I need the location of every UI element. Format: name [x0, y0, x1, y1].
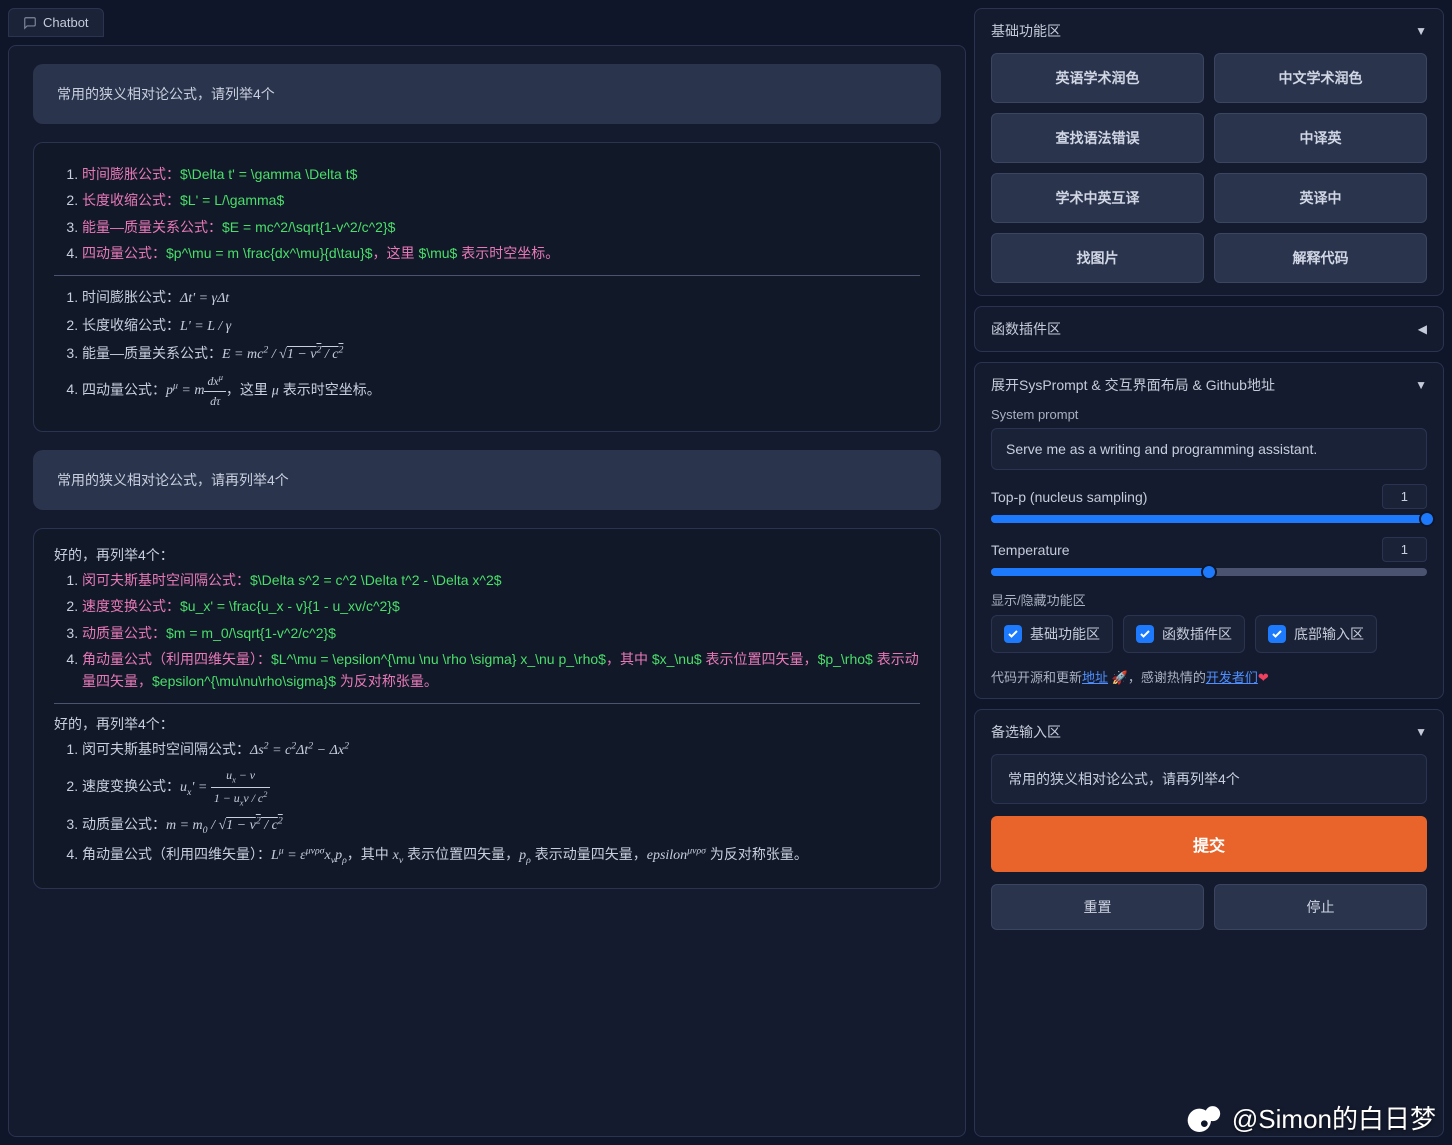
chat-area: 常用的狭义相对论公式，请列举4个 时间膨胀公式：$\Delta t' = \ga… [8, 45, 966, 1137]
bot-intro: 好的，再列举4个： [54, 714, 920, 734]
reset-button[interactable]: 重置 [991, 884, 1204, 930]
checkbox-label: 基础功能区 [1030, 624, 1100, 644]
function-button[interactable]: 英语学术润色 [991, 53, 1204, 103]
checkbox-icon [1004, 625, 1022, 643]
checkbox-icon [1268, 625, 1286, 643]
panel-title: 展开SysPrompt & 交互界面布局 & Github地址 [991, 375, 1275, 395]
system-prompt-label: System prompt [991, 407, 1427, 422]
system-prompt-value: Serve me as a writing and programming as… [1006, 441, 1317, 457]
user-message: 常用的狭义相对论公式，请列举4个 [33, 64, 941, 124]
chevron-down-icon: ▼ [1415, 24, 1427, 38]
topp-label: Top-p (nucleus sampling) [991, 489, 1147, 505]
formula-item: 动质量公式：$m = m_0/\sqrt{1-v^2/c^2}$ [82, 622, 920, 644]
formula-item: 角动量公式（利用四维矢量）：$L^\mu = \epsilon^{\mu \nu… [82, 648, 920, 693]
stop-button[interactable]: 停止 [1214, 884, 1427, 930]
formula-item: 速度变换公式：$u_x' = \frac{u_x - v}{1 - u_xv/c… [82, 595, 920, 617]
bot-intro: 好的，再列举4个： [54, 545, 920, 565]
system-prompt-input[interactable]: Serve me as a writing and programming as… [991, 428, 1427, 470]
source-link[interactable]: 地址 [1082, 670, 1108, 685]
chevron-down-icon: ▼ [1415, 378, 1427, 392]
panel-title: 基础功能区 [991, 21, 1061, 41]
alt-input-value: 常用的狭义相对论公式，请再列举4个 [1008, 771, 1240, 787]
chevron-down-icon: ▼ [1415, 725, 1427, 739]
formula-item: 能量—质量关系公式：E = mc2 / √1 − v2 / c2 [82, 342, 920, 366]
formula-item: 四动量公式：pμ = mdxμdτ，这里 μ 表示时空坐标。 [82, 371, 920, 411]
chat-icon [23, 16, 37, 30]
formula-item: 四动量公式：$p^\mu = m \frac{dx^\mu}{d\tau}$，这… [82, 242, 920, 264]
user-text: 常用的狭义相对论公式，请列举4个 [57, 86, 275, 102]
function-button[interactable]: 找图片 [991, 233, 1204, 283]
bot-message: 好的，再列举4个： 闵可夫斯基时空间隔公式：$\Delta s^2 = c^2 … [33, 528, 941, 890]
input-panel: 备选输入区 ▼ 常用的狭义相对论公式，请再列举4个 提交 重置 停止 [974, 709, 1444, 1137]
temp-value[interactable]: 1 [1382, 537, 1427, 562]
function-button[interactable]: 查找语法错误 [991, 113, 1204, 163]
formula-item: 闵可夫斯基时空间隔公式：$\Delta s^2 = c^2 \Delta t^2… [82, 569, 920, 591]
visibility-label: 显示/隐藏功能区 [991, 590, 1427, 609]
function-button[interactable]: 英译中 [1214, 173, 1427, 223]
temp-slider[interactable] [991, 568, 1427, 576]
panel-toggle-basic[interactable]: 基础功能区 ▼ [991, 21, 1427, 41]
checkbox-icon [1136, 625, 1154, 643]
tab-label: Chatbot [43, 15, 89, 30]
checkbox-label: 底部输入区 [1294, 624, 1364, 644]
formula-item: 能量—质量关系公式：$E = mc^2/\sqrt{1-v^2/c^2}$ [82, 216, 920, 238]
function-button[interactable]: 中文学术润色 [1214, 53, 1427, 103]
formula-item: 速度变换公式：ux' = ux − v1 − uxv / c2 [82, 766, 920, 809]
formula-item: 角动量公式（利用四维矢量）：Lμ = εμνρσxνpρ，其中 xν 表示位置四… [82, 843, 920, 868]
chevron-left-icon: ◀ [1418, 322, 1427, 336]
formula-item: 长度收缩公式：L' = L / γ [82, 314, 920, 338]
panel-toggle-plugins[interactable]: 函数插件区 ◀ [991, 319, 1427, 339]
checkbox-item[interactable]: 底部输入区 [1255, 615, 1377, 653]
devs-link[interactable]: 开发者们 [1206, 670, 1258, 685]
topp-slider[interactable] [991, 515, 1427, 523]
checkbox-label: 函数插件区 [1162, 624, 1232, 644]
bot-message: 时间膨胀公式：$\Delta t' = \gamma \Delta t$ 长度收缩… [33, 142, 941, 432]
formula-item: 动质量公式：m = m0 / √1 − v2 / c2 [82, 813, 920, 838]
function-button[interactable]: 学术中英互译 [991, 173, 1204, 223]
heart-icon: ❤ [1258, 670, 1269, 685]
tab-bar: Chatbot [8, 8, 966, 37]
submit-button[interactable]: 提交 [991, 816, 1427, 872]
basic-panel: 基础功能区 ▼ 英语学术润色中文学术润色查找语法错误中译英学术中英互译英译中找图… [974, 8, 1444, 296]
formula-item: 时间膨胀公式：$\Delta t' = \gamma \Delta t$ [82, 163, 920, 185]
checkbox-item[interactable]: 基础功能区 [991, 615, 1113, 653]
user-message: 常用的狭义相对论公式，请再列举4个 [33, 450, 941, 510]
formula-item: 长度收缩公式：$L' = L/\gamma$ [82, 189, 920, 211]
formula-item: 闵可夫斯基时空间隔公式：Δs2 = c2Δt2 − Δx2 [82, 738, 920, 762]
checkbox-item[interactable]: 函数插件区 [1123, 615, 1245, 653]
alt-input[interactable]: 常用的狭义相对论公式，请再列举4个 [991, 754, 1427, 804]
sys-panel: 展开SysPrompt & 交互界面布局 & Github地址 ▼ System… [974, 362, 1444, 699]
panel-toggle-sys[interactable]: 展开SysPrompt & 交互界面布局 & Github地址 ▼ [991, 375, 1427, 395]
function-button[interactable]: 中译英 [1214, 113, 1427, 163]
temp-label: Temperature [991, 542, 1070, 558]
plugins-panel: 函数插件区 ◀ [974, 306, 1444, 352]
formula-item: 时间膨胀公式：Δt' = γΔt [82, 286, 920, 310]
slider-thumb[interactable] [1201, 564, 1217, 580]
panel-toggle-input[interactable]: 备选输入区 ▼ [991, 722, 1427, 742]
credit-line: 代码开源和更新地址 🚀，感谢热情的开发者们❤ [991, 667, 1427, 686]
user-text: 常用的狭义相对论公式，请再列举4个 [57, 472, 289, 488]
topp-value[interactable]: 1 [1382, 484, 1427, 509]
slider-thumb[interactable] [1419, 511, 1435, 527]
panel-title: 函数插件区 [991, 319, 1061, 339]
panel-title: 备选输入区 [991, 722, 1061, 742]
function-button[interactable]: 解释代码 [1214, 233, 1427, 283]
tab-chatbot[interactable]: Chatbot [8, 8, 104, 37]
